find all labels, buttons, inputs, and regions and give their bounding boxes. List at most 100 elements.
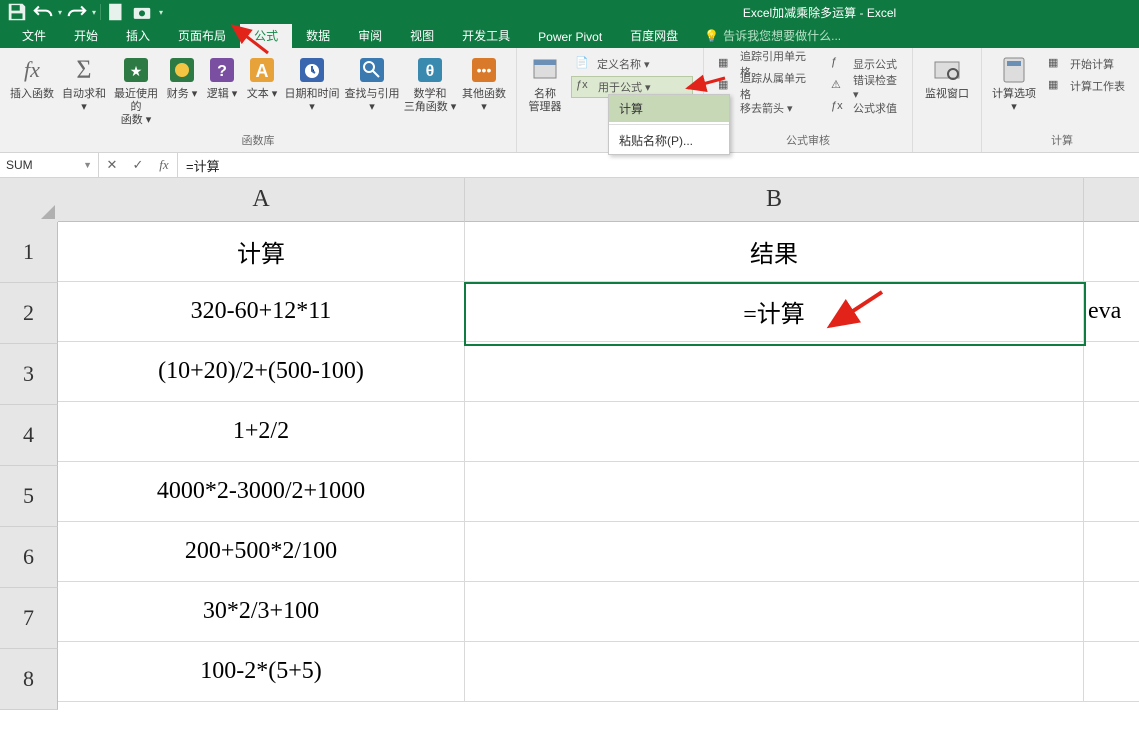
cell-A4[interactable]: 1+2/2 xyxy=(58,402,465,462)
watch-window-button[interactable]: 监视窗口 xyxy=(919,52,975,101)
cell-A7[interactable]: 30*2/3+100 xyxy=(58,582,465,642)
tab-view[interactable]: 视图 xyxy=(396,23,448,48)
tab-review[interactable]: 审阅 xyxy=(344,23,396,48)
select-all-corner[interactable] xyxy=(0,178,59,223)
cell-C2[interactable]: eva xyxy=(1084,282,1139,342)
calculate-sheet-button[interactable]: ▦计算工作表 xyxy=(1044,76,1132,96)
title-bar: ▾ ▾ ▾ Excel加减乘除多运算 - Excel xyxy=(0,0,1139,24)
autosum-button[interactable]: Σ 自动求和▾ xyxy=(58,52,110,127)
name-box-dropdown-icon[interactable]: ▼ xyxy=(83,160,92,170)
camera-icon[interactable] xyxy=(131,1,153,23)
tab-power-pivot[interactable]: Power Pivot xyxy=(524,26,616,48)
row-header-4[interactable]: 4 xyxy=(0,405,58,466)
row-header-7[interactable]: 7 xyxy=(0,588,58,649)
insert-function-button[interactable]: fx 插入函数 xyxy=(6,52,58,127)
row-header-3[interactable]: 3 xyxy=(0,344,58,405)
cell-A1[interactable]: 计算 xyxy=(58,222,465,282)
math-trig-button[interactable]: θ 数学和三角函数 ▾ xyxy=(402,52,458,127)
cell-A5[interactable]: 4000*2-3000/2+1000 xyxy=(58,462,465,522)
col-header-A[interactable]: A xyxy=(58,178,465,222)
svg-text:•••: ••• xyxy=(477,62,492,78)
tab-data[interactable]: 数据 xyxy=(292,23,344,48)
new-file-icon[interactable] xyxy=(105,1,127,23)
formula-input[interactable]: =计算 xyxy=(178,153,1139,177)
cell-A2[interactable]: 320-60+12*11 xyxy=(58,282,465,342)
cell-C6[interactable] xyxy=(1084,522,1139,582)
name-manager-button[interactable]: 名称管理器 xyxy=(523,52,567,122)
cell-A3[interactable]: (10+20)/2+(500-100) xyxy=(58,342,465,402)
cell-A8[interactable]: 100-2*(5+5) xyxy=(58,642,465,702)
enter-formula-button[interactable]: ✓ xyxy=(125,157,151,173)
lightbulb-icon: 💡 xyxy=(704,29,719,43)
tab-insert[interactable]: 插入 xyxy=(112,23,164,48)
tab-page-layout[interactable]: 页面布局 xyxy=(164,23,240,48)
error-check-button[interactable]: ⚠错误检查 ▾ xyxy=(827,76,902,96)
row-header-5[interactable]: 5 xyxy=(0,466,58,527)
more-functions-button[interactable]: ••• 其他函数 ▾ xyxy=(458,52,510,127)
cell-B6[interactable] xyxy=(465,522,1084,582)
cell-C8[interactable] xyxy=(1084,642,1139,702)
math-icon: θ xyxy=(414,54,446,86)
tab-formulas[interactable]: 公式 xyxy=(240,23,292,48)
cell-C1[interactable] xyxy=(1084,222,1139,282)
cell-A6[interactable]: 200+500*2/100 xyxy=(58,522,465,582)
financial-button[interactable]: 财务 ▾ xyxy=(162,52,202,127)
cell-C7[interactable] xyxy=(1084,582,1139,642)
financial-icon xyxy=(166,54,198,86)
tab-home[interactable]: 开始 xyxy=(60,23,112,48)
name-box[interactable]: SUM ▼ xyxy=(0,153,99,177)
cell-B1[interactable]: 结果 xyxy=(465,222,1084,282)
svg-text:★: ★ xyxy=(130,63,143,79)
quick-access-toolbar: ▾ ▾ ▾ xyxy=(0,1,163,23)
cancel-formula-button[interactable]: ✕ xyxy=(99,157,125,173)
datetime-button[interactable]: 日期和时间 ▾ xyxy=(282,52,342,127)
row-header-6[interactable]: 6 xyxy=(0,527,58,588)
datetime-icon xyxy=(296,54,328,86)
ribbon: fx 插入函数 Σ 自动求和▾ ★ 最近使用的函数 ▾ 财务 ▾ ? 逻辑 ▾ … xyxy=(0,48,1139,153)
cell-B7[interactable] xyxy=(465,582,1084,642)
cell-C3[interactable] xyxy=(1084,342,1139,402)
group-function-library: fx 插入函数 Σ 自动求和▾ ★ 最近使用的函数 ▾ 财务 ▾ ? 逻辑 ▾ … xyxy=(0,48,517,152)
insert-function-fx-button[interactable]: fx xyxy=(151,157,177,173)
cell-B3[interactable] xyxy=(465,342,1084,402)
recent-functions-button[interactable]: ★ 最近使用的函数 ▾ xyxy=(110,52,162,127)
redo-icon[interactable] xyxy=(66,1,88,23)
dropdown-item-paste-names[interactable]: 粘贴名称(P)... xyxy=(609,127,729,154)
col-header-C[interactable] xyxy=(1084,178,1139,222)
lookup-button[interactable]: 查找与引用 ▾ xyxy=(342,52,402,127)
cell-C4[interactable] xyxy=(1084,402,1139,462)
logical-button[interactable]: ? 逻辑 ▾ xyxy=(202,52,242,127)
calc-options-icon xyxy=(998,54,1030,86)
lookup-icon xyxy=(356,54,388,86)
cell-B8[interactable] xyxy=(465,642,1084,702)
col-header-B[interactable]: B xyxy=(465,178,1084,222)
undo-icon[interactable] xyxy=(32,1,54,23)
tell-me-search[interactable]: 💡 告诉我您想要做什么... xyxy=(704,23,841,48)
tab-baidu[interactable]: 百度网盘 xyxy=(616,23,692,48)
cell-B4[interactable] xyxy=(465,402,1084,462)
evaluate-formula-button[interactable]: ƒx公式求值 xyxy=(827,98,902,118)
cell-C5[interactable] xyxy=(1084,462,1139,522)
row-header-1[interactable]: 1 xyxy=(0,222,58,283)
column-headers: A B xyxy=(58,178,1139,222)
text-icon: A xyxy=(246,54,278,86)
cell-B5[interactable] xyxy=(465,462,1084,522)
cell-B2[interactable]: =计算 xyxy=(465,282,1084,342)
trace-dependents-button[interactable]: ▦追踪从属单元格 xyxy=(714,76,819,96)
define-name-button[interactable]: 📄定义名称 ▾ xyxy=(571,54,693,74)
row-header-2[interactable]: 2 xyxy=(0,283,58,344)
tab-developer[interactable]: 开发工具 xyxy=(448,23,524,48)
tab-file[interactable]: 文件 xyxy=(8,23,60,48)
calculate-now-button[interactable]: ▦开始计算 xyxy=(1044,54,1132,74)
save-icon[interactable] xyxy=(6,1,28,23)
group-label-auditing: 公式审核 xyxy=(710,130,906,150)
row-headers: 1 2 3 4 5 6 7 8 xyxy=(0,222,58,710)
text-button[interactable]: A 文本 ▾ xyxy=(242,52,282,127)
calc-options-button[interactable]: 计算选项 ▾ xyxy=(988,52,1040,114)
document-title: Excel加减乘除多运算 - Excel xyxy=(743,4,896,21)
name-manager-icon xyxy=(529,54,561,86)
group-formula-auditing: ▦追踪引用单元格 ▦追踪从属单元格 ✕移去箭头 ▾ ƒ显示公式 ⚠错误检查 ▾ … xyxy=(704,48,913,152)
row-header-8[interactable]: 8 xyxy=(0,649,58,710)
trace-prec-icon: ▦ xyxy=(718,56,734,72)
dropdown-item-calc[interactable]: 计算 xyxy=(609,95,729,122)
